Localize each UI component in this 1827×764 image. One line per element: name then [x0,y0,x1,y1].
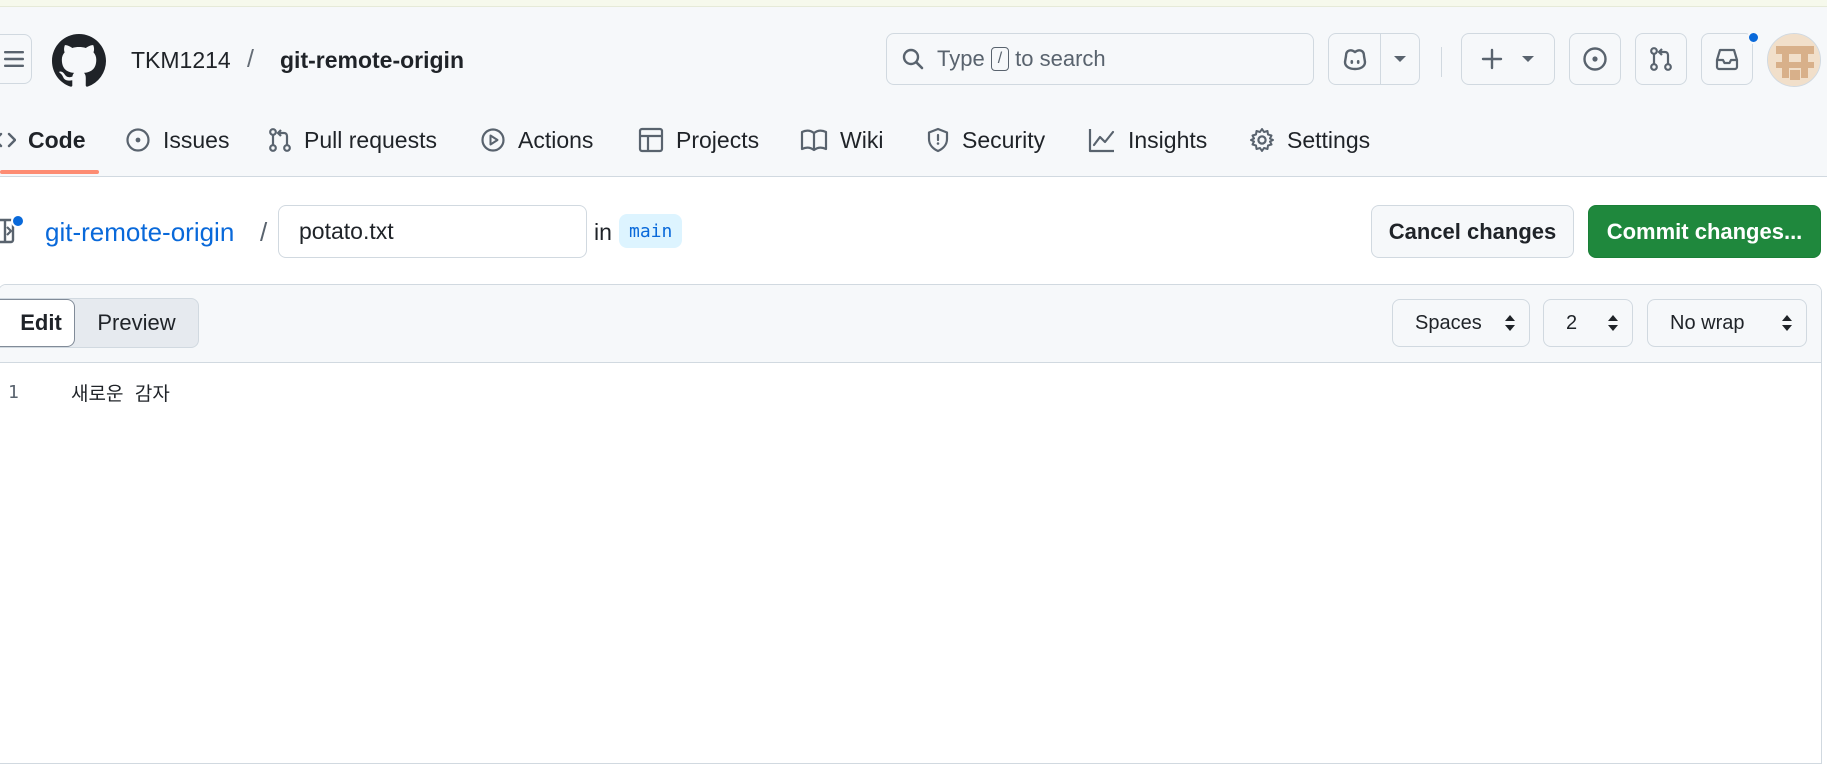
tab-insights-label: Insights [1128,126,1208,153]
github-logo-icon[interactable] [52,34,106,88]
indent-mode-value: Spaces [1415,311,1482,334]
pull-request-icon [1650,47,1672,71]
tab-code[interactable]: Code [0,118,86,162]
notifications-button[interactable] [1701,33,1753,85]
search-placeholder: Type / to search [937,46,1106,72]
line-number: 1 [8,381,19,403]
search-shortcut-key: / [990,47,1010,71]
editor-toolbar: Edit Preview Spaces 2 No wrap [0,285,1821,363]
your-pull-requests-button[interactable] [1635,33,1687,85]
book-icon [800,129,828,152]
commit-changes-button[interactable]: Commit changes... [1588,205,1821,258]
tab-code-label: Code [28,126,86,153]
branch-badge: main [619,214,683,248]
indent-size-value: 2 [1566,311,1578,334]
search-input[interactable]: Type / to search [886,33,1314,85]
tab-actions-label: Actions [518,126,594,153]
cancel-changes-button[interactable]: Cancel changes [1371,205,1574,258]
tab-code-underline [0,170,99,174]
tab-settings-label: Settings [1287,126,1371,153]
your-issues-button[interactable] [1569,33,1621,85]
edit-tab[interactable]: Edit [0,299,75,347]
tab-issues-label: Issues [163,126,230,153]
plus-icon [1481,48,1503,70]
filename-input[interactable] [278,205,587,258]
table-icon [638,127,664,153]
issue-icon [126,128,150,152]
tab-security-label: Security [962,126,1046,153]
repo-name-link[interactable]: git-remote-origin [280,47,464,74]
notification-unread-dot [1747,31,1760,44]
header-divider [1441,47,1442,77]
tab-insights[interactable]: Insights [1088,118,1207,162]
select-arrows-icon [1505,315,1515,331]
wrap-mode-value: No wrap [1670,311,1745,334]
user-avatar[interactable] [1767,33,1821,87]
owner-repo-separator: / [247,45,254,73]
gear-icon [1250,128,1274,152]
shield-icon [927,127,949,153]
edit-preview-toggle: Edit Preview [0,298,199,348]
play-icon [481,128,505,152]
indent-size-select[interactable]: 2 [1543,299,1633,347]
copilot-menu-button[interactable] [1381,34,1419,84]
select-arrows-icon [1782,315,1792,331]
select-arrows-icon [1608,315,1618,331]
triangle-down-icon [1394,56,1407,62]
breadcrumb-repo-link[interactable]: git-remote-origin [45,217,234,248]
tab-pull-requests-label: Pull requests [304,126,437,153]
code-editor: Edit Preview Spaces 2 No wrap 1 새로운 감자 [0,284,1822,764]
browser-top-strip [0,0,1827,7]
tab-wiki[interactable]: Wiki [800,118,883,162]
code-icon [0,132,16,148]
search-placeholder-prefix: Type [937,46,985,71]
preview-tab[interactable]: Preview [75,299,198,347]
tab-actions[interactable]: Actions [480,118,593,162]
avatar-image [1768,34,1820,86]
tab-settings[interactable]: Settings [1249,118,1370,162]
pull-request-icon [269,128,291,152]
graph-icon [1088,129,1115,153]
search-placeholder-suffix: to search [1015,46,1106,71]
code-line[interactable]: 1 새로운 감자 [0,377,170,407]
tab-issues[interactable]: Issues [125,118,229,162]
line-content[interactable]: 새로운 감자 [71,379,170,406]
tab-pull-requests[interactable]: Pull requests [268,118,437,162]
copilot-button-group [1328,33,1420,85]
hamburger-icon [4,51,24,67]
search-icon [902,48,924,70]
copilot-icon [1343,49,1366,71]
wrap-mode-select[interactable]: No wrap [1647,299,1807,347]
file-tree-indicator-dot [11,214,25,228]
repo-owner-link[interactable]: TKM1214 [131,47,231,74]
copilot-button[interactable] [1329,34,1382,84]
breadcrumb-separator: / [260,217,268,247]
menu-button[interactable] [0,34,32,84]
tab-wiki-label: Wiki [840,126,884,153]
triangle-down-icon [1522,56,1534,62]
tab-security[interactable]: Security [926,118,1045,162]
issue-opened-icon [1583,47,1607,71]
create-new-button[interactable] [1461,33,1555,85]
tab-projects-label: Projects [676,126,760,153]
branch-in-label: in [594,219,612,245]
indent-mode-select[interactable]: Spaces [1392,299,1530,347]
inbox-icon [1715,48,1739,71]
tab-projects[interactable]: Projects [638,118,759,162]
